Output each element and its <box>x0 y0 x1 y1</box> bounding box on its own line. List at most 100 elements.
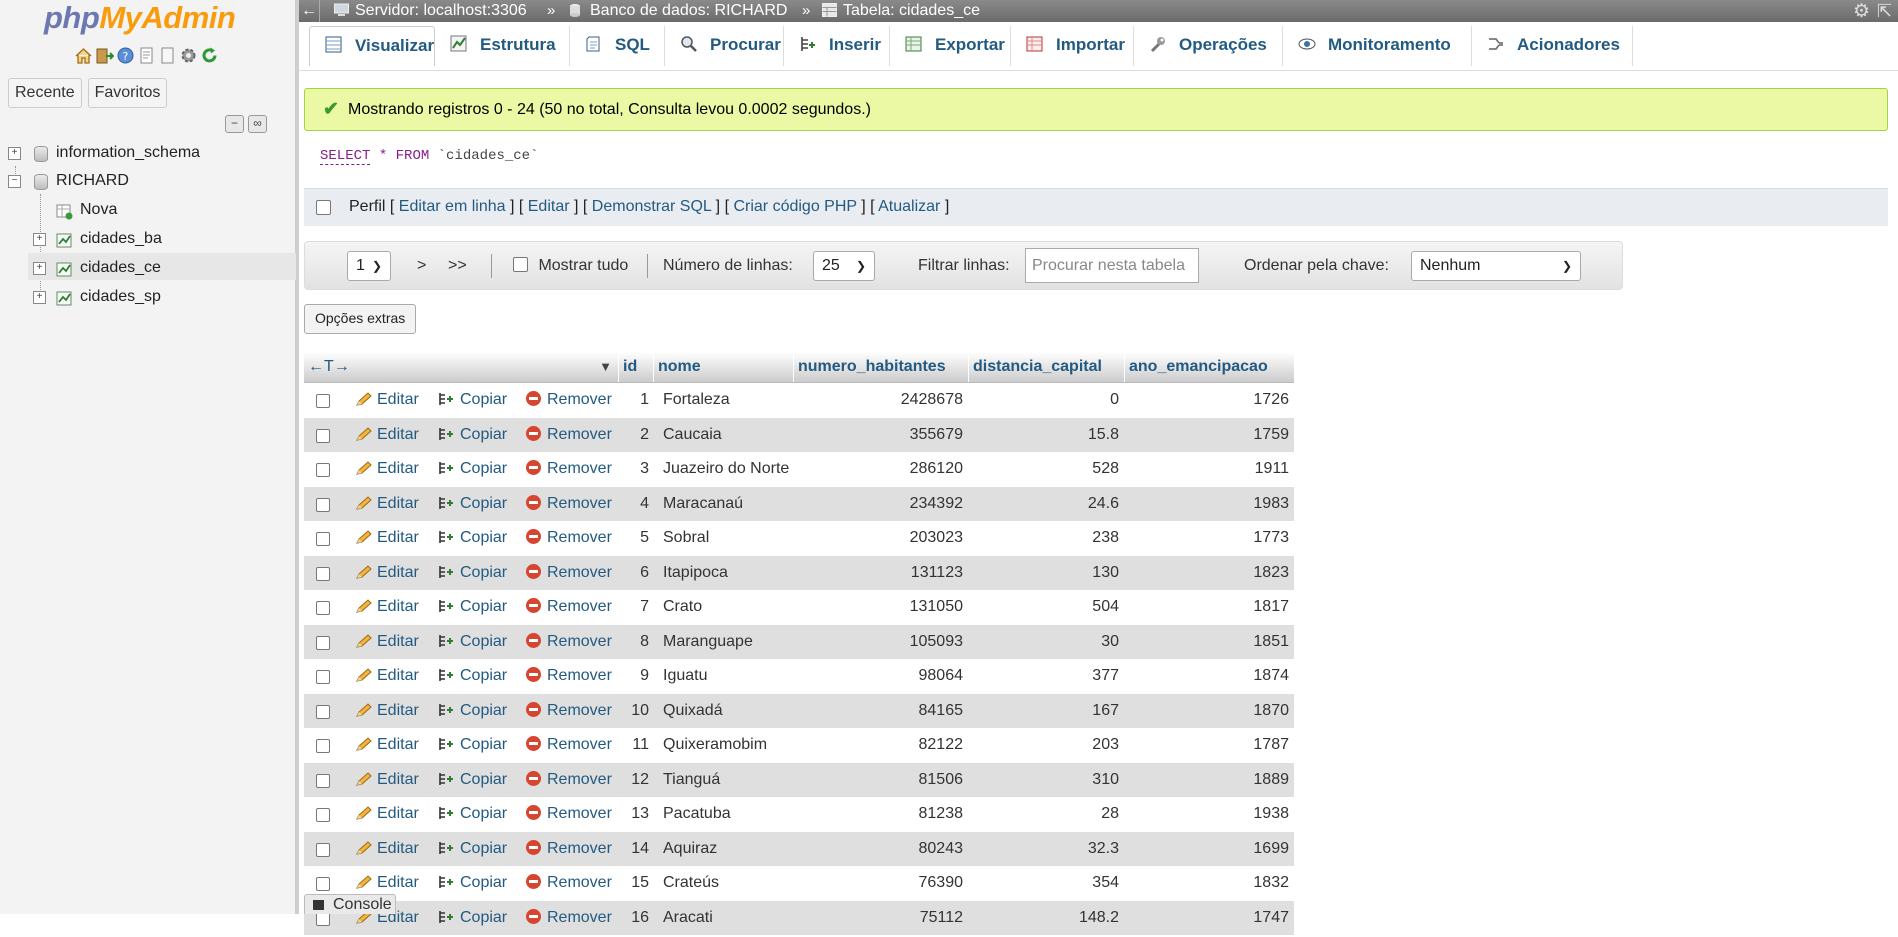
tree-item-label[interactable]: Nova <box>80 196 117 223</box>
filter-rows-input[interactable]: Procurar nesta tabela <box>1025 248 1199 283</box>
cell-distancia-capital[interactable]: 238 <box>968 521 1119 555</box>
cell-nome[interactable]: Iguatu <box>663 659 707 693</box>
row-select-checkbox[interactable] <box>316 394 330 408</box>
row-copy-label[interactable]: Copiar <box>460 840 507 857</box>
row-edit-label[interactable]: Editar <box>377 633 419 650</box>
row-remove-label[interactable]: Remover <box>547 771 612 788</box>
cell-nome[interactable]: Maracanaú <box>663 487 743 521</box>
cell-distancia-capital[interactable]: 377 <box>968 659 1119 693</box>
phpmyadmin-logo[interactable]: phpMyAdmin <box>44 0 236 36</box>
breadcrumb-table[interactable]: Tabela: cidades_ce <box>822 0 980 22</box>
column-header-nome[interactable]: nome <box>653 352 793 382</box>
row-select-checkbox[interactable] <box>316 842 330 857</box>
cell-numero-habitantes[interactable]: 234392 <box>793 487 963 521</box>
cell-ano-emancipacao[interactable]: 1983 <box>1124 487 1289 521</box>
row-remove-link[interactable]: Remover <box>526 866 612 900</box>
cell-distancia-capital[interactable]: 130 <box>968 556 1119 590</box>
row-remove-label[interactable]: Remover <box>547 909 612 926</box>
row-copy-label[interactable]: Copiar <box>460 564 507 581</box>
row-edit-label[interactable]: Editar <box>377 736 419 753</box>
row-copy-link[interactable]: Copiar <box>438 832 507 866</box>
cell-distancia-capital[interactable]: 203 <box>968 728 1119 762</box>
breadcrumb-server[interactable]: Servidor: localhost:3306 <box>334 0 527 22</box>
page-select[interactable]: 1 ❯ <box>347 251 391 281</box>
logout-icon[interactable] <box>95 46 115 65</box>
cell-nome[interactable]: Fortaleza <box>663 383 730 417</box>
row-copy-link[interactable]: Copiar <box>438 659 507 693</box>
row-edit-label[interactable]: Editar <box>377 426 419 443</box>
row-remove-link[interactable]: Remover <box>526 659 612 693</box>
tab-procurar[interactable]: Procurar <box>665 26 784 66</box>
row-copy-link[interactable]: Copiar <box>438 487 507 521</box>
favorite-tables-button[interactable]: Favoritos <box>87 78 168 108</box>
cell-nome[interactable]: Quixeramobim <box>663 728 767 762</box>
tab-inserir[interactable]: Inserir <box>784 26 890 66</box>
tree-item-label[interactable]: information_schema <box>56 139 200 166</box>
row-edit-label[interactable]: Editar <box>377 529 419 546</box>
expand-icon[interactable]: + <box>33 262 46 275</box>
breadcrumb-server-label[interactable]: Servidor: localhost:3306 <box>355 2 527 19</box>
cell-id[interactable]: 12 <box>618 763 649 797</box>
cell-numero-habitantes[interactable]: 131123 <box>793 556 963 590</box>
row-copy-label[interactable]: Copiar <box>460 460 507 477</box>
cell-ano-emancipacao[interactable]: 1726 <box>1124 383 1289 417</box>
row-remove-label[interactable]: Remover <box>547 736 612 753</box>
row-remove-link[interactable]: Remover <box>526 590 612 624</box>
page-settings-gear-icon[interactable]: ⚙ <box>1853 1 1870 23</box>
cell-distancia-capital[interactable]: 167 <box>968 694 1119 728</box>
collapse-all-icon[interactable]: − <box>225 115 244 133</box>
cell-id[interactable]: 1 <box>618 383 649 417</box>
cell-id[interactable]: 8 <box>618 625 649 659</box>
row-remove-label[interactable]: Remover <box>547 667 612 684</box>
row-edit-label[interactable]: Editar <box>377 840 419 857</box>
cell-id[interactable]: 11 <box>618 728 649 762</box>
cell-id[interactable]: 15 <box>618 866 649 900</box>
column-header-numero-habitantes[interactable]: numero_habitantes <box>793 352 968 382</box>
row-remove-label[interactable]: Remover <box>547 702 612 719</box>
cell-nome[interactable]: Aracati <box>663 901 713 935</box>
row-remove-link[interactable]: Remover <box>526 383 612 417</box>
reload-icon[interactable] <box>200 46 219 65</box>
row-select-checkbox[interactable] <box>316 601 330 615</box>
row-remove-label[interactable]: Remover <box>547 460 612 477</box>
cell-numero-habitantes[interactable]: 98064 <box>793 659 964 693</box>
column-header-ano-emancipacao[interactable]: ano_emancipacao <box>1124 352 1294 382</box>
breadcrumb-table-label[interactable]: Tabela: cidades_ce <box>843 2 980 19</box>
settings-gear-icon[interactable] <box>179 46 198 65</box>
expand-icon[interactable]: + <box>8 147 21 160</box>
cell-numero-habitantes[interactable]: 75112 <box>793 901 963 935</box>
cell-ano-emancipacao[interactable]: 1747 <box>1124 901 1289 935</box>
row-remove-label[interactable]: Remover <box>547 426 612 443</box>
home-icon[interactable] <box>74 46 93 65</box>
cell-nome[interactable]: Maranguape <box>663 625 753 659</box>
cell-distancia-capital[interactable]: 30 <box>968 625 1119 659</box>
expand-icon[interactable]: + <box>33 291 46 304</box>
row-edit-label[interactable]: Editar <box>377 702 419 719</box>
cell-nome[interactable]: Sobral <box>663 521 709 555</box>
cell-nome[interactable]: Caucaia <box>663 418 722 452</box>
cell-id[interactable]: 7 <box>618 590 649 624</box>
collapse-top-icon[interactable]: ⇱ <box>1877 0 1892 22</box>
row-select-checkbox[interactable] <box>316 773 330 788</box>
row-copy-label[interactable]: Copiar <box>460 391 507 408</box>
tab-visualizar[interactable]: Visualizar <box>309 26 435 66</box>
row-select-checkbox[interactable] <box>316 463 330 477</box>
row-copy-label[interactable]: Copiar <box>460 598 507 615</box>
row-copy-link[interactable]: Copiar <box>438 590 507 624</box>
row-select-checkbox[interactable] <box>316 497 330 512</box>
row-copy-link[interactable]: Copiar <box>438 728 507 762</box>
cell-ano-emancipacao[interactable]: 1889 <box>1124 763 1289 797</box>
row-copy-link[interactable]: Copiar <box>438 901 507 935</box>
breadcrumb-database[interactable]: Banco de dados: RICHARD <box>569 0 787 22</box>
row-edit-label[interactable]: Editar <box>377 495 419 512</box>
row-copy-label[interactable]: Copiar <box>460 805 507 822</box>
cell-ano-emancipacao[interactable]: 1832 <box>1124 866 1289 900</box>
row-remove-link[interactable]: Remover <box>526 487 612 521</box>
inline-edit-link[interactable]: Editar em linha <box>399 198 506 215</box>
collapse-icon[interactable]: − <box>8 175 21 188</box>
cell-distancia-capital[interactable]: 0 <box>968 383 1119 417</box>
cell-id[interactable]: 13 <box>618 797 649 831</box>
row-edit-link[interactable]: Editar <box>355 556 419 590</box>
cell-ano-emancipacao[interactable]: 1851 <box>1124 625 1289 659</box>
cell-nome[interactable]: Aquiraz <box>663 832 717 866</box>
